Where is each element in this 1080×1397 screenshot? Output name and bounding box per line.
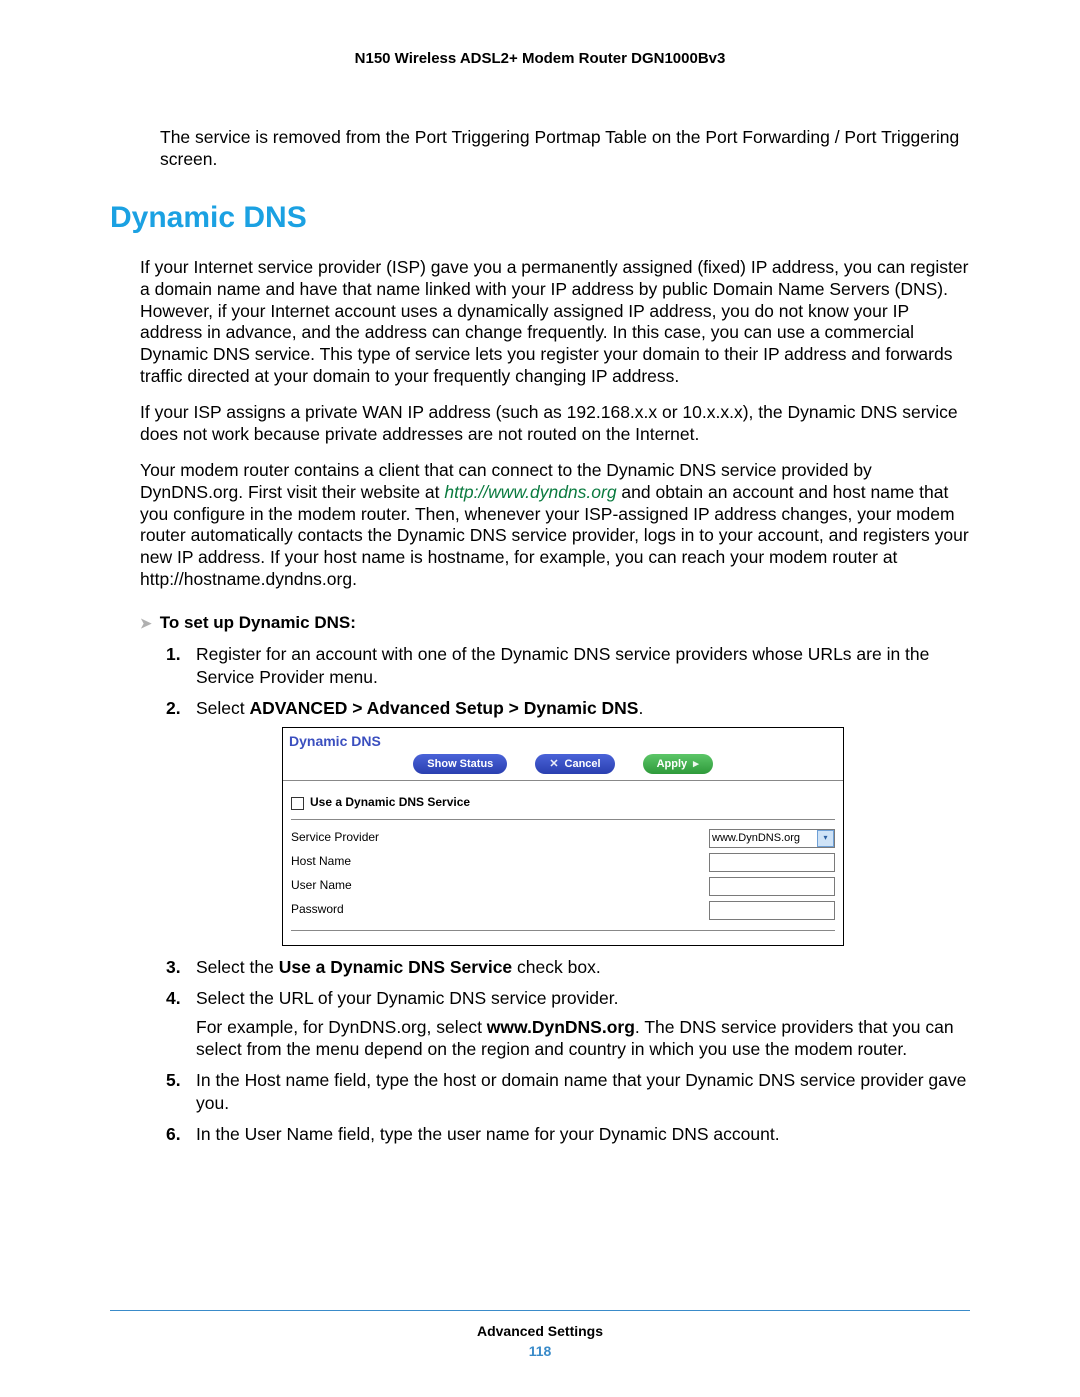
chevron-right-icon: ➤: [140, 615, 152, 631]
service-provider-value: www.DynDNS.org: [712, 831, 800, 845]
password-input[interactable]: [709, 901, 835, 920]
step-5-text: In the Host name field, type the host or…: [196, 1070, 966, 1113]
user-name-label: User Name: [291, 878, 709, 894]
body-paragraph-1: If your Internet service provider (ISP) …: [140, 257, 970, 388]
step-1-text: Register for an account with one of the …: [196, 644, 929, 687]
panel-title: Dynamic DNS: [283, 728, 843, 752]
footer-page-number: 118: [110, 1343, 970, 1359]
page-footer: Advanced Settings 118: [110, 1310, 970, 1359]
show-status-button[interactable]: Show Status: [413, 754, 507, 774]
host-name-input[interactable]: [709, 853, 835, 872]
host-name-label: Host Name: [291, 854, 709, 870]
step-4: 4. Select the URL of your Dynamic DNS se…: [140, 987, 970, 1061]
document-header: N150 Wireless ADSL2+ Modem Router DGN100…: [110, 50, 970, 67]
step-6-text: In the User Name field, type the user na…: [196, 1124, 780, 1144]
ddns-screenshot: Dynamic DNS Show Status ✕Cancel Apply▸ U…: [282, 727, 844, 946]
password-label: Password: [291, 902, 709, 918]
procedure-title-text: To set up Dynamic DNS:: [160, 613, 356, 632]
use-ddns-label: Use a Dynamic DNS Service: [310, 795, 470, 811]
step-2: 2. Select ADVANCED > Advanced Setup > Dy…: [140, 697, 970, 947]
step-5: 5.In the Host name field, type the host …: [140, 1069, 970, 1115]
intro-paragraph: The service is removed from the Port Tri…: [160, 127, 970, 171]
footer-section: Advanced Settings: [110, 1323, 970, 1339]
procedure-title: ➤ To set up Dynamic DNS:: [140, 613, 970, 633]
section-heading: Dynamic DNS: [110, 201, 970, 235]
body-paragraph-3: Your modem router contains a client that…: [140, 460, 970, 591]
chevron-down-icon: ▾: [817, 830, 834, 847]
step-1: 1.Register for an account with one of th…: [140, 643, 970, 689]
step-4-text: Select the URL of your Dynamic DNS servi…: [196, 988, 618, 1008]
dyndns-link[interactable]: http://www.dyndns.org: [444, 482, 616, 502]
body-paragraph-2: If your ISP assigns a private WAN IP add…: [140, 402, 970, 446]
step-6: 6.In the User Name field, type the user …: [140, 1123, 970, 1146]
step-3-text: Select the Use a Dynamic DNS Service che…: [196, 957, 601, 977]
procedure-steps: 1.Register for an account with one of th…: [140, 643, 970, 1145]
apply-button[interactable]: Apply▸: [643, 754, 713, 774]
user-name-input[interactable]: [709, 877, 835, 896]
step-3: 3. Select the Use a Dynamic DNS Service …: [140, 956, 970, 979]
chevron-right-icon: ▸: [693, 757, 699, 771]
step-4-subtext: For example, for DynDNS.org, select www.…: [196, 1016, 970, 1062]
use-ddns-checkbox[interactable]: [291, 797, 304, 810]
service-provider-select[interactable]: www.DynDNS.org ▾: [709, 829, 835, 848]
service-provider-label: Service Provider: [291, 830, 709, 846]
cancel-button[interactable]: ✕Cancel: [535, 754, 614, 774]
close-icon: ✕: [549, 757, 558, 771]
step-2-text: Select ADVANCED > Advanced Setup > Dynam…: [196, 698, 643, 718]
